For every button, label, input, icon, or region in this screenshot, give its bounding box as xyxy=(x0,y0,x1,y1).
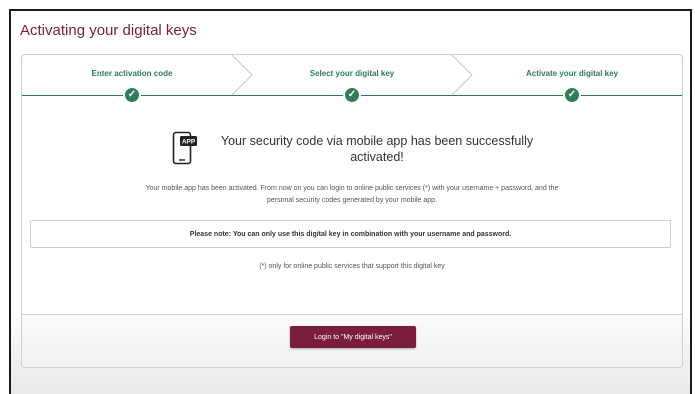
app-frame: Activating your digital keys Enter activ… xyxy=(9,9,692,394)
step-label: Select your digital key xyxy=(309,69,395,78)
step-label: Enter activation code xyxy=(91,69,173,78)
footnote-text: (*) only for online public services that… xyxy=(259,263,445,270)
success-heading: Your security code via mobile app has be… xyxy=(220,134,534,164)
activation-info-text: Your mobile app has been activated. From… xyxy=(145,185,559,204)
page-title: Activating your digital keys xyxy=(20,22,197,39)
step-label: Activate your digital key xyxy=(525,69,619,78)
step-enter-activation-code: Enter activation code ✓ xyxy=(22,55,242,104)
action-bar: Login to "My digital keys" xyxy=(22,314,682,367)
step-select-digital-key: Select your digital key ✓ xyxy=(242,55,462,104)
note-box: Please note: You can only use this digit… xyxy=(30,220,671,248)
progress-steps: Enter activation code ✓ Select your digi… xyxy=(22,55,682,104)
login-my-digital-keys-button[interactable]: Login to "My digital keys" xyxy=(290,326,416,348)
check-icon: ✓ xyxy=(123,86,141,104)
step-activate-digital-key: Activate your digital key ✓ xyxy=(462,55,682,104)
check-icon: ✓ xyxy=(563,86,581,104)
svg-text:APP: APP xyxy=(182,139,196,146)
success-message: APP Your security code via mobile app ha… xyxy=(172,131,542,171)
mobile-app-icon: APP xyxy=(172,131,197,165)
check-icon: ✓ xyxy=(343,86,361,104)
activation-panel: Enter activation code ✓ Select your digi… xyxy=(21,54,683,368)
